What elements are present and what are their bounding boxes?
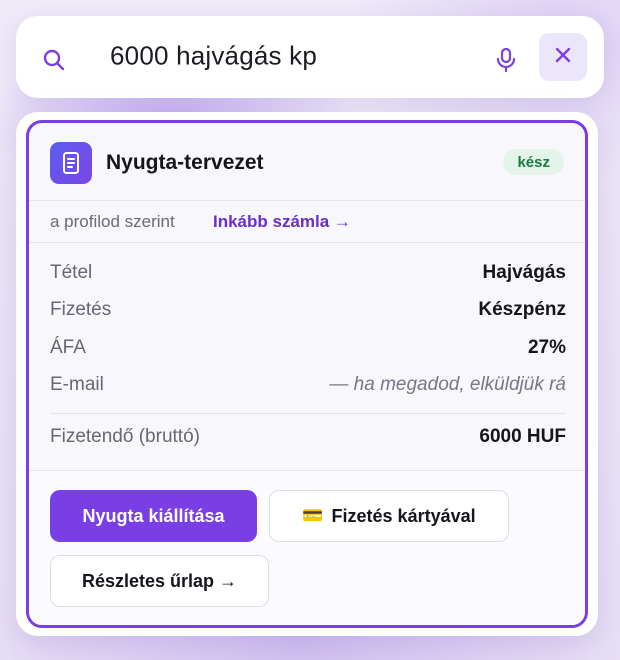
detailed-form-button[interactable]: Részletes űrlap → <box>50 555 269 607</box>
row-value: Hajvágás <box>482 262 566 283</box>
pay-by-card-button[interactable]: 💳 Fizetés kártyával <box>269 490 509 542</box>
total-label: Fizetendő (bruttó) <box>50 426 200 447</box>
detail-row-item: Tétel Hajvágás <box>50 258 566 288</box>
profile-hint: a profilod szerint Inkább számla → <box>29 201 585 243</box>
search-input[interactable]: 6000 hajvágás kp <box>110 41 317 72</box>
clear-button[interactable] <box>539 33 587 81</box>
close-icon <box>555 47 571 68</box>
row-label: Tétel <box>50 262 93 283</box>
search-icon <box>42 48 66 72</box>
total-row: Fizetendő (bruttó) 6000 HUF <box>50 422 566 452</box>
row-value: 27% <box>527 337 566 358</box>
profile-text: a profilod szerint <box>50 212 175 231</box>
receipt-draft-card: Nyugta-tervezet kész a profilod szerint … <box>26 120 588 628</box>
total-value: 6000 HUF <box>479 426 566 447</box>
email-hint: — ha megadod, elküldjük rá <box>329 374 566 395</box>
divider <box>50 413 566 414</box>
credit-card-icon: 💳 <box>302 506 324 525</box>
search-bar: 6000 hajvágás kp <box>16 16 604 98</box>
result-panel: Nyugta-tervezet kész a profilod szerint … <box>16 112 598 636</box>
card-title: Nyugta-tervezet <box>106 151 264 174</box>
invoice-instead-link[interactable]: Inkább számla → <box>213 212 351 232</box>
status-badge: kész <box>503 149 564 175</box>
microphone-icon[interactable] <box>494 46 518 74</box>
card-header: Nyugta-tervezet kész <box>29 123 585 201</box>
row-label: E-mail <box>50 374 104 395</box>
receipt-icon <box>50 142 92 184</box>
actions-area: Nyugta kiállítása 💳 Fizetés kártyával Ré… <box>29 471 585 625</box>
detail-row-vat: ÁFA 27% <box>50 333 566 363</box>
row-label: Fizetés <box>50 299 112 320</box>
detail-row-payment: Fizetés Készpénz <box>50 295 566 325</box>
row-value: Készpénz <box>478 299 566 320</box>
issue-receipt-button[interactable]: Nyugta kiállítása <box>50 490 257 542</box>
row-label: ÁFA <box>50 337 86 358</box>
pay-by-card-label: Fizetés kártyával <box>331 505 476 526</box>
detail-row-email: E-mail — ha megadod, elküldjük rá <box>50 370 566 400</box>
